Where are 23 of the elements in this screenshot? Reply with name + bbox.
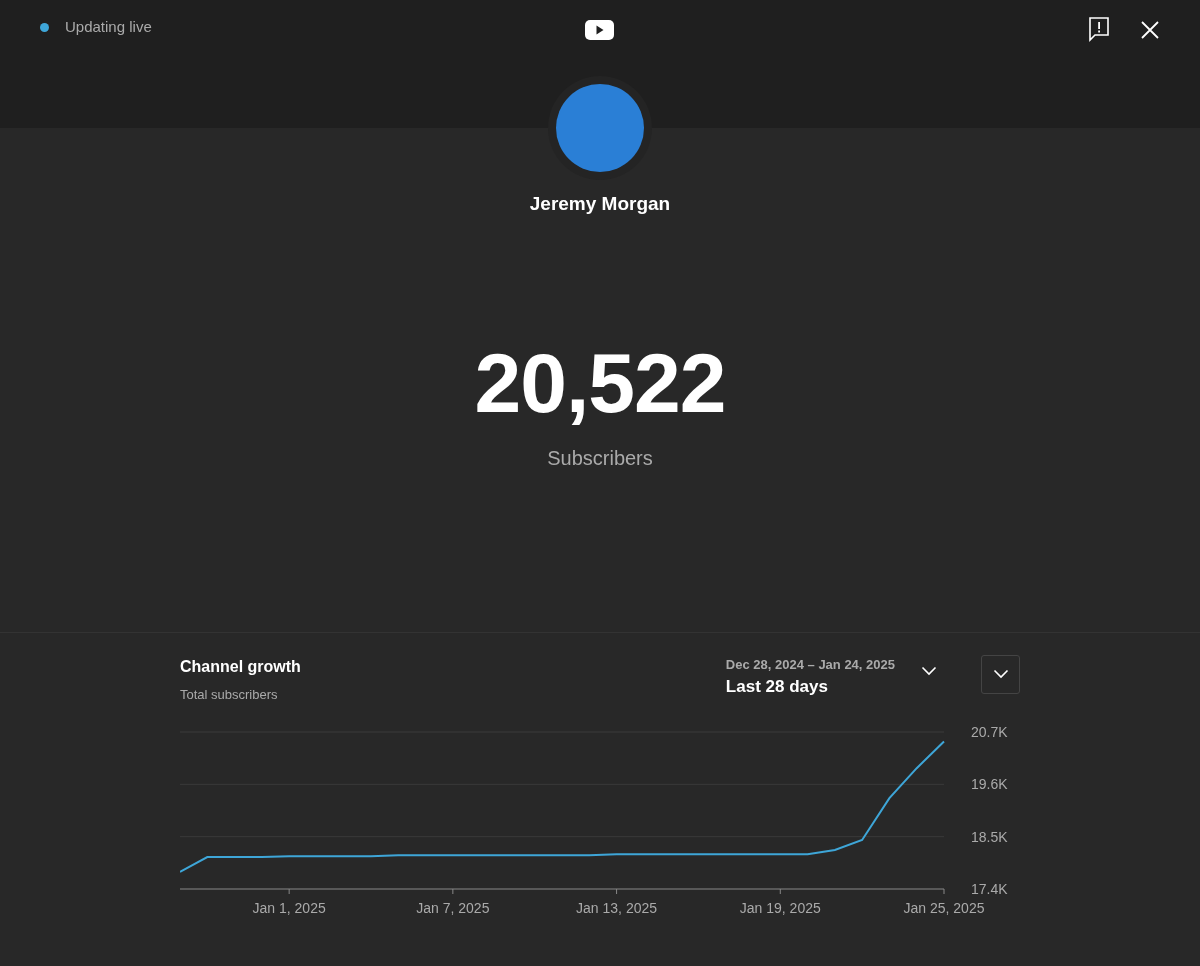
feedback-icon xyxy=(1088,16,1110,42)
x-axis-label: Jan 13, 2025 xyxy=(576,900,658,916)
subscriber-count: 20,522 xyxy=(474,340,726,425)
section-title: Channel growth xyxy=(180,656,302,677)
x-axis-label: Jan 1, 2025 xyxy=(252,900,326,916)
x-axis-label: Jan 19, 2025 xyxy=(739,900,821,916)
play-logo-icon xyxy=(585,20,614,40)
close-icon xyxy=(1140,19,1160,40)
section-subtitle: Total subscribers xyxy=(180,685,279,704)
x-axis-label: Jan 25, 2025 xyxy=(903,900,985,916)
chevron-down-icon xyxy=(921,666,937,677)
expand-button[interactable] xyxy=(981,654,1020,694)
y-axis-label: 20.7K xyxy=(971,724,1008,740)
y-axis-label: 19.6K xyxy=(971,776,1008,793)
channel-name: Jeremy Morgan xyxy=(528,192,672,216)
chevron-down-icon xyxy=(992,669,1009,679)
period-label: Last 28 days xyxy=(725,676,829,698)
subscriber-label: Subscribers xyxy=(547,445,653,471)
x-axis-label: Jan 7, 2025 xyxy=(416,900,490,916)
live-status-text: Updating live xyxy=(65,17,152,37)
y-axis-label: 18.5K xyxy=(971,828,1008,845)
y-axis-label: 17.4K xyxy=(971,881,1008,897)
date-range: Dec 28, 2024 – Jan 24, 2025 xyxy=(725,655,895,674)
